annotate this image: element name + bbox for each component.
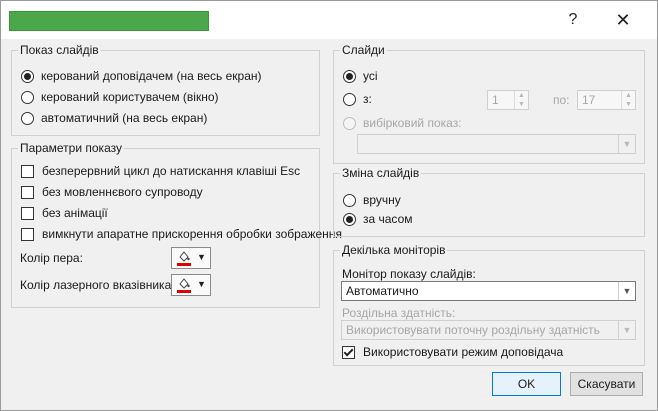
resolution-select[interactable]: Використовувати поточну роздільну здатні…: [341, 320, 636, 340]
title-bar: ? ✕: [1, 1, 657, 39]
radio-label: вибірковий показ:: [363, 116, 462, 130]
radio-indicator[interactable]: [343, 69, 356, 83]
spinner-arrows-icon[interactable]: ▲ ▼: [621, 91, 635, 109]
checkbox-label: без мовленнєвого супроводу: [42, 185, 203, 199]
chevron-down-icon[interactable]: ▼: [618, 321, 635, 339]
radio-all-slides[interactable]: усі: [343, 69, 378, 83]
checkbox-label: вимкнути апаратне прискорення обробки зо…: [42, 227, 342, 241]
check-disable-hw-acceleration[interactable]: вимкнути апаратне прискорення обробки зо…: [21, 227, 342, 241]
to-slide-value: 17: [582, 93, 596, 107]
radio-indicator[interactable]: [21, 69, 34, 83]
checkbox-label: без анімації: [42, 206, 108, 220]
pen-color-button[interactable]: ▼: [171, 247, 211, 269]
radio-slide-range[interactable]: з:: [343, 92, 372, 106]
radio-kiosk[interactable]: автоматичний (на весь екран): [21, 111, 207, 125]
resolution-value: Використовувати поточну роздільну здатні…: [346, 323, 600, 337]
chevron-down-icon[interactable]: ▼: [618, 135, 635, 153]
slides-title: Слайди: [340, 43, 387, 57]
to-slide-spinner[interactable]: 17 ▲ ▼: [577, 90, 636, 110]
checkbox-label: Використовувати режим доповідача: [363, 345, 564, 359]
radio-indicator[interactable]: [343, 212, 356, 226]
pen-color-label: Колір пера:: [20, 251, 83, 265]
check-no-animation[interactable]: без анімації: [21, 206, 108, 220]
close-button[interactable]: ✕: [611, 9, 635, 31]
laser-color-label: Колір лазерного вказівника:: [20, 278, 175, 292]
checkbox[interactable]: [21, 164, 34, 178]
laser-color-button[interactable]: ▼: [171, 274, 211, 296]
monitor-label: Монітор показу слайдів:: [342, 267, 476, 281]
cancel-button[interactable]: Скасувати: [570, 372, 643, 396]
resolution-label: Роздільна здатність:: [342, 306, 456, 320]
checkbox[interactable]: [21, 185, 34, 199]
laser-color-swatch: [177, 290, 191, 293]
radio-presenter-fullscreen[interactable]: керований доповідачем (на весь екран): [21, 69, 262, 83]
radio-indicator[interactable]: [343, 116, 356, 130]
set-up-show-dialog: ? ✕ Показ слайдів керований доповідачем …: [0, 0, 658, 411]
monitors-title: Декілька моніторів: [340, 243, 448, 257]
checkbox-label: безперервний цикл до натискання клавіші …: [42, 164, 301, 178]
from-slide-value: 1: [492, 93, 499, 107]
from-slide-spinner[interactable]: 1 ▲ ▼: [487, 90, 529, 110]
pen-color-swatch: [177, 263, 191, 266]
radio-user-window[interactable]: керований користувачем (вікно): [21, 90, 219, 104]
radio-label: з:: [363, 92, 372, 106]
checkbox[interactable]: [21, 206, 34, 220]
radio-indicator[interactable]: [343, 193, 356, 207]
custom-show-select[interactable]: ▼: [357, 134, 636, 154]
radio-indicator[interactable]: [21, 111, 34, 125]
radio-manual[interactable]: вручну: [343, 193, 401, 207]
monitor-select[interactable]: Автоматично ▼: [341, 281, 636, 301]
dropdown-arrow-icon: ▼: [197, 279, 206, 289]
radio-label: за часом: [363, 212, 413, 226]
radio-label: усі: [363, 69, 378, 83]
advance-title: Зміна слайдів: [340, 166, 422, 180]
check-no-narration[interactable]: без мовленнєвого супроводу: [21, 185, 203, 199]
show-options-title: Параметри показу: [18, 141, 124, 155]
radio-label: керований доповідачем (на весь екран): [41, 69, 262, 83]
radio-label: вручну: [363, 193, 401, 207]
radio-indicator[interactable]: [21, 90, 34, 104]
chevron-down-icon[interactable]: ▼: [618, 282, 635, 300]
window-title-block: [9, 11, 209, 31]
checkbox[interactable]: [21, 227, 34, 241]
paint-bucket-icon: [179, 278, 190, 289]
checkbox[interactable]: [342, 345, 355, 359]
ok-button[interactable]: OK: [492, 372, 561, 396]
radio-label: автоматичний (на весь екран): [41, 111, 208, 125]
radio-indicator[interactable]: [343, 92, 356, 106]
radio-use-timings[interactable]: за часом: [343, 212, 413, 226]
radio-label: керований користувачем (вікно): [41, 90, 219, 104]
help-button[interactable]: ?: [561, 9, 585, 31]
check-presenter-view[interactable]: Використовувати режим доповідача: [342, 345, 563, 359]
radio-custom-show[interactable]: вибірковий показ:: [343, 116, 462, 130]
check-loop-until-esc[interactable]: безперервний цикл до натискання клавіші …: [21, 164, 300, 178]
to-label: по:: [553, 93, 570, 107]
spinner-arrows-icon[interactable]: ▲ ▼: [514, 91, 528, 109]
dropdown-arrow-icon: ▼: [197, 252, 206, 262]
monitor-value: Автоматично: [346, 284, 419, 298]
paint-bucket-icon: [179, 251, 190, 262]
show-type-title: Показ слайдів: [18, 43, 101, 57]
